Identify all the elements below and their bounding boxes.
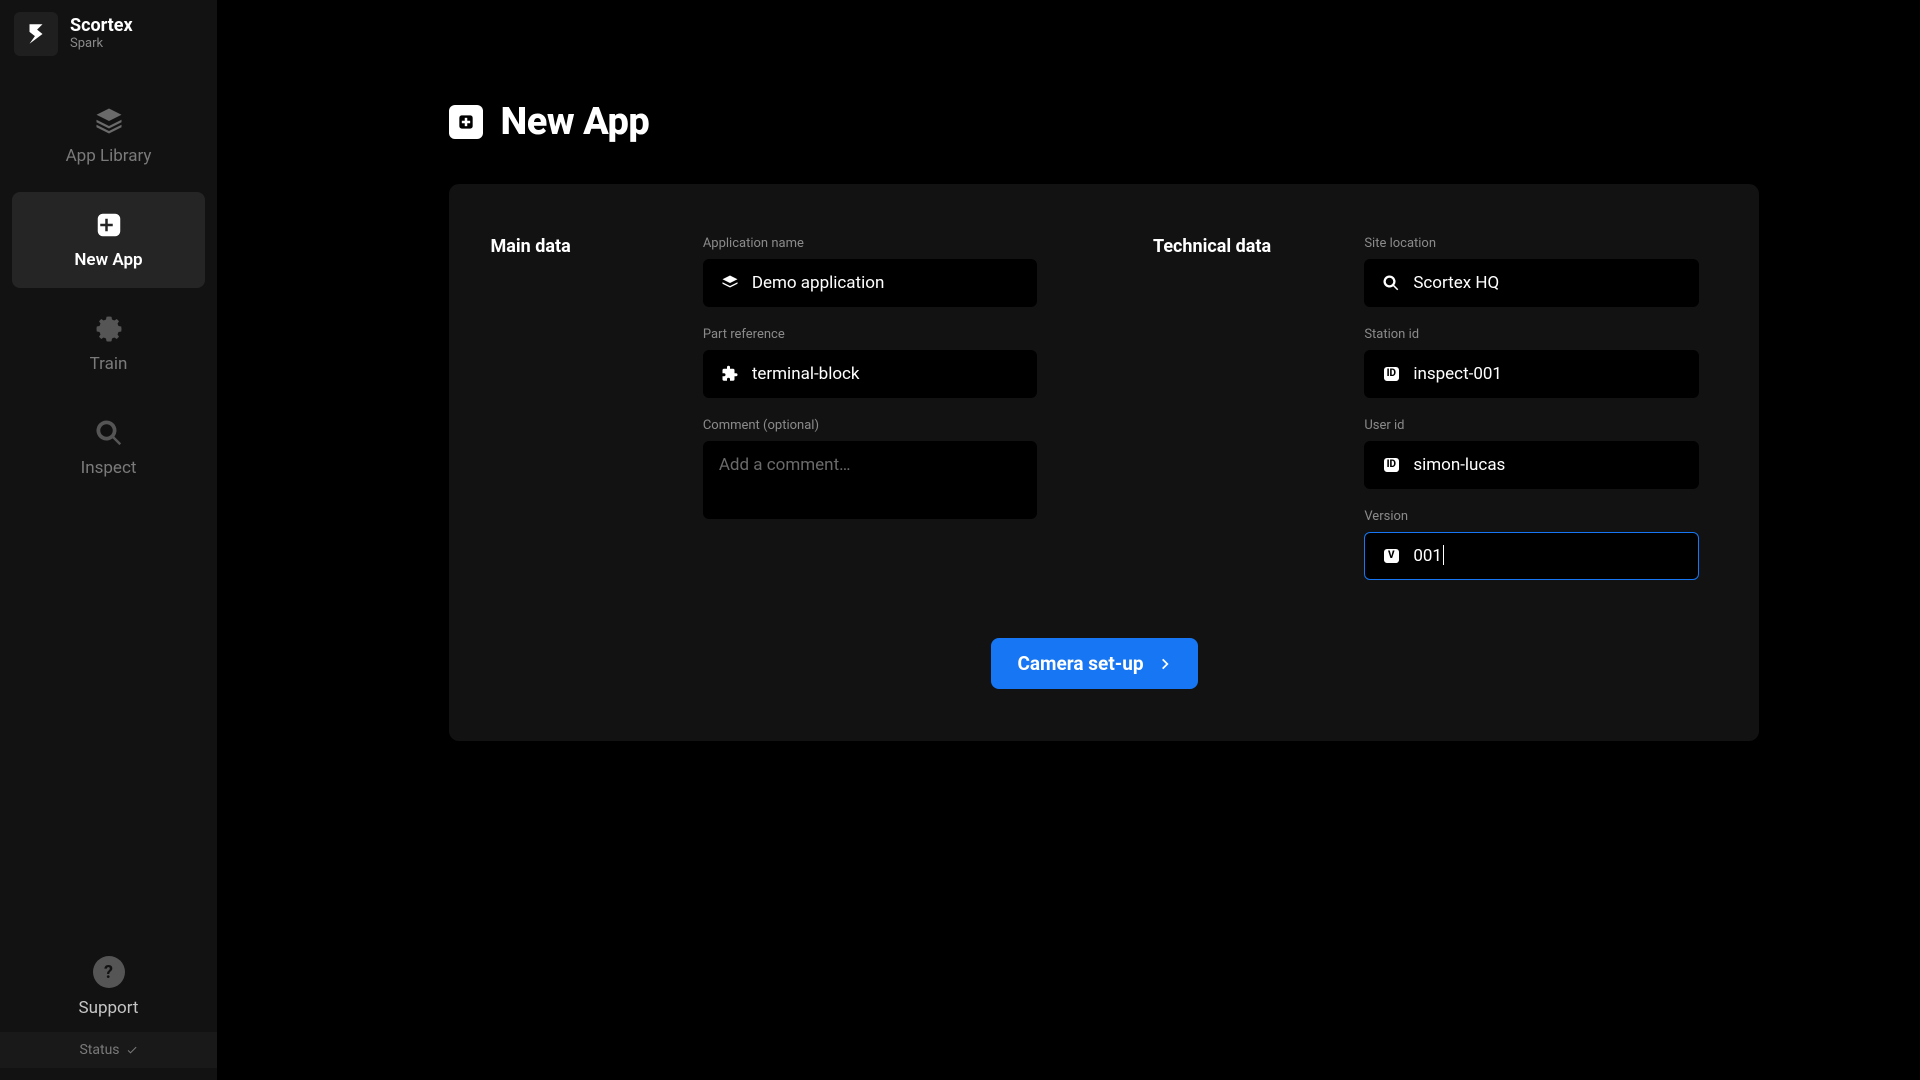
user-id-input[interactable] (1413, 455, 1681, 475)
station-id-label: Station id (1364, 327, 1698, 342)
new-app-icon (94, 210, 124, 240)
main-data-heading: Main data (491, 236, 703, 257)
camera-setup-button[interactable]: Camera set-up (991, 638, 1197, 689)
application-name-field-wrap[interactable] (703, 259, 1037, 307)
chevron-right-icon (1158, 657, 1172, 671)
form-panel: Main data Application name (449, 184, 1759, 741)
sidebar-item-app-library[interactable]: App Library (12, 88, 205, 184)
comment-field-wrap[interactable] (703, 441, 1037, 519)
puzzle-icon (720, 364, 740, 384)
sidebar: Scortex Spark App Library New App (0, 0, 217, 1080)
version-field-wrap[interactable]: V 001 (1364, 532, 1698, 580)
sidebar-item-inspect[interactable]: Inspect (12, 400, 205, 496)
part-reference-input[interactable] (752, 364, 1020, 384)
brand-block: Scortex Spark (0, 12, 217, 76)
station-id-input[interactable] (1413, 364, 1681, 384)
sidebar-item-label: Train (90, 354, 128, 374)
layers-icon (94, 106, 124, 136)
layers-icon (720, 273, 740, 293)
part-reference-label: Part reference (703, 327, 1037, 342)
scortex-logo-icon (23, 21, 49, 47)
comment-textarea[interactable] (719, 455, 1021, 505)
bolt-gear-icon (94, 314, 124, 344)
application-name-input[interactable] (752, 273, 1020, 293)
application-name-label: Application name (703, 236, 1037, 251)
id-badge-icon: ID (1381, 364, 1401, 384)
technical-data-heading: Technical data (1153, 236, 1364, 257)
site-location-field-wrap[interactable] (1364, 259, 1698, 307)
nav-list: App Library New App Train Inspect (0, 76, 217, 508)
new-app-header-icon (449, 105, 483, 139)
status-bar[interactable]: Status (0, 1032, 217, 1068)
status-label: Status (79, 1042, 119, 1058)
sidebar-item-label: App Library (66, 146, 152, 166)
version-label: Version (1364, 509, 1698, 524)
sidebar-item-new-app[interactable]: New App (12, 192, 205, 288)
sidebar-item-train[interactable]: Train (12, 296, 205, 392)
page-title: New App (501, 100, 650, 144)
brand-subtitle: Spark (70, 36, 133, 52)
question-icon: ? (93, 956, 125, 988)
main: New App Main data Application name (217, 0, 1920, 1080)
brand-logo (14, 12, 58, 56)
brand-title: Scortex (70, 16, 133, 36)
user-id-field-wrap[interactable]: ID (1364, 441, 1698, 489)
sidebar-item-label: New App (74, 250, 142, 270)
version-input-value[interactable]: 001 (1413, 546, 1442, 566)
sidebar-item-label: Inspect (81, 458, 137, 478)
part-reference-field-wrap[interactable] (703, 350, 1037, 398)
version-badge-icon: V (1381, 546, 1401, 566)
search-icon (94, 418, 124, 448)
search-icon (1381, 273, 1401, 293)
comment-label: Comment (optional) (703, 418, 1037, 433)
support-button[interactable]: ? Support (0, 942, 217, 1032)
id-badge-icon: ID (1381, 455, 1401, 475)
user-id-label: User id (1364, 418, 1698, 433)
check-icon (126, 1044, 138, 1056)
camera-setup-label: Camera set-up (1017, 652, 1143, 675)
station-id-field-wrap[interactable]: ID (1364, 350, 1698, 398)
site-location-input[interactable] (1413, 273, 1681, 293)
text-caret (1443, 545, 1444, 565)
page-header: New App (359, 100, 1779, 144)
support-label: Support (79, 998, 139, 1018)
site-location-label: Site location (1364, 236, 1698, 251)
